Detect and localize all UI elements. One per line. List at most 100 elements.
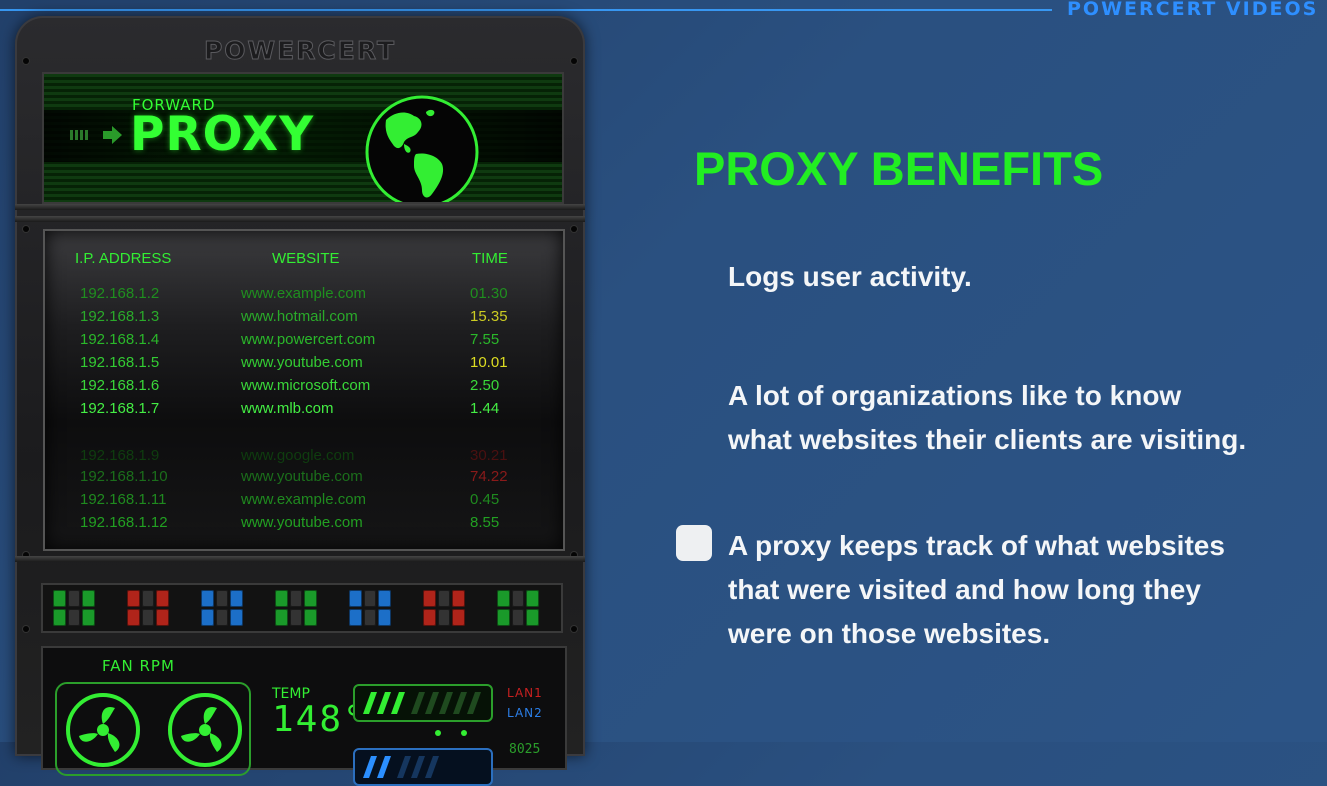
switch-port [526, 590, 539, 607]
switch-port [156, 609, 169, 626]
log-website-cell: www.google.com [241, 447, 355, 464]
log-row: 192.168.1.11 www.example.com 0.45 [45, 491, 563, 511]
log-row: 192.168.1.12 www.youtube.com 8.55 [45, 514, 563, 534]
log-time-cell: 0.45 [470, 491, 500, 508]
screw [571, 226, 577, 232]
log-time-cell: 2.50 [470, 377, 500, 394]
col-header-website: WEBSITE [272, 250, 340, 267]
benefit-tracking-line2: that were visited and how long they [728, 574, 1201, 605]
counter-readout: 8025 [509, 742, 541, 757]
switch-port [275, 609, 288, 626]
rack-rail [15, 556, 585, 562]
network-switch [127, 590, 169, 626]
log-ip-cell: 192.168.1.2 [80, 285, 160, 302]
forward-proxy-banner: FORWARD PROXY [42, 72, 564, 204]
fan-icon [168, 693, 242, 767]
brand-watermark: POWERCERT VIDEOS [1067, 0, 1319, 20]
log-website-cell: www.mlb.com [241, 400, 334, 417]
switch-port [201, 609, 214, 626]
log-time-cell: 30.21 [470, 447, 508, 464]
switch-port [215, 590, 229, 607]
banner-proxy-label: PROXY [130, 107, 315, 162]
log-website-cell: www.powercert.com [241, 331, 376, 348]
switch-port [497, 590, 510, 607]
indicator-dot [435, 730, 441, 736]
rack-rail [15, 216, 585, 222]
activity-log-monitor: I.P. ADDRESS WEBSITE TIME 192.168.1.2 www… [43, 229, 565, 551]
log-website-cell: www.example.com [241, 285, 367, 302]
log-website-cell: www.example.com [241, 491, 367, 508]
switch-port [82, 609, 95, 626]
switch-port [67, 609, 81, 626]
screw [571, 626, 577, 632]
switch-port [67, 590, 81, 607]
switch-port [378, 609, 391, 626]
log-time-cell: 15.35 [470, 308, 508, 325]
switch-port [423, 590, 436, 607]
switch-port [511, 590, 525, 607]
network-switch-panel [41, 583, 563, 633]
switch-port [230, 590, 243, 607]
log-row: 192.168.1.10 www.youtube.com 74.22 [45, 468, 563, 488]
log-ip-cell: 192.168.1.11 [80, 491, 167, 508]
col-header-ip: I.P. ADDRESS [75, 250, 172, 267]
benefit-tracking-line1: A proxy keeps track of what websites [728, 530, 1225, 561]
log-time-cell: 74.22 [470, 468, 508, 485]
screw [23, 226, 29, 232]
log-website-cell: www.youtube.com [241, 468, 363, 485]
benefit-tracking-line3: were on those websites. [728, 618, 1051, 649]
network-switch [201, 590, 243, 626]
log-website-cell: www.hotmail.com [241, 308, 358, 325]
log-row: 192.168.1.5 www.youtube.com 10.01 [45, 354, 563, 374]
col-header-time: TIME [472, 250, 508, 267]
screw [23, 626, 29, 632]
network-switch [53, 590, 95, 626]
switch-port [423, 609, 436, 626]
switch-port [378, 590, 391, 607]
log-ip-cell: 192.168.1.3 [80, 308, 160, 325]
fan-icon [66, 693, 140, 767]
log-ip-cell: 192.168.1.10 [80, 468, 168, 485]
log-ip-cell: 192.168.1.7 [80, 400, 160, 417]
switch-port [289, 609, 303, 626]
forward-arrow-icon [70, 126, 122, 144]
benefit-organizations-line2: what websites their clients are visiting… [728, 424, 1247, 455]
switch-port [127, 609, 140, 626]
log-row: 192.168.1.7 www.mlb.com 1.44 [45, 400, 563, 420]
log-time-cell: 10.01 [470, 354, 508, 371]
switch-port [82, 590, 95, 607]
switch-port [53, 609, 66, 626]
rack-rail [15, 204, 585, 210]
lan2-label: LAN2 [507, 706, 543, 720]
switch-port [156, 590, 169, 607]
switch-port [201, 590, 214, 607]
switch-port [275, 590, 288, 607]
log-row: 192.168.1.2 www.example.com 01.30 [45, 285, 563, 305]
switch-port [452, 609, 465, 626]
globe-icon [365, 95, 479, 202]
switch-port [304, 590, 317, 607]
rack-brand-logo: POWERCERT [203, 36, 397, 66]
network-switch [349, 590, 391, 626]
fan-rpm-label: FAN RPM [102, 657, 175, 675]
log-row: 192.168.1.9 www.google.com 30.21 [45, 447, 563, 467]
log-ip-cell: 192.168.1.6 [80, 377, 160, 394]
switch-port [53, 590, 66, 607]
network-switch [497, 590, 539, 626]
benefit-logs: Logs user activity. [728, 261, 972, 292]
log-row: 192.168.1.3 www.hotmail.com 15.35 [45, 308, 563, 328]
switch-port [289, 590, 303, 607]
log-website-cell: www.youtube.com [241, 354, 363, 371]
gauge-bars [363, 692, 481, 714]
switch-port [141, 590, 155, 607]
switch-port [452, 590, 465, 607]
log-ip-cell: 192.168.1.5 [80, 354, 160, 371]
gauge-bars [363, 756, 439, 778]
benefit-checkbox[interactable] [676, 525, 712, 561]
switch-port [141, 609, 155, 626]
log-time-cell: 1.44 [470, 400, 500, 417]
switch-port [127, 590, 140, 607]
server-rack: POWERCERT FORWARD PROXY I.P. ADDRESS WEB… [15, 16, 585, 786]
log-time-cell: 01.30 [470, 285, 508, 302]
log-row: 192.168.1.4 www.powercert.com 7.55 [45, 331, 563, 351]
